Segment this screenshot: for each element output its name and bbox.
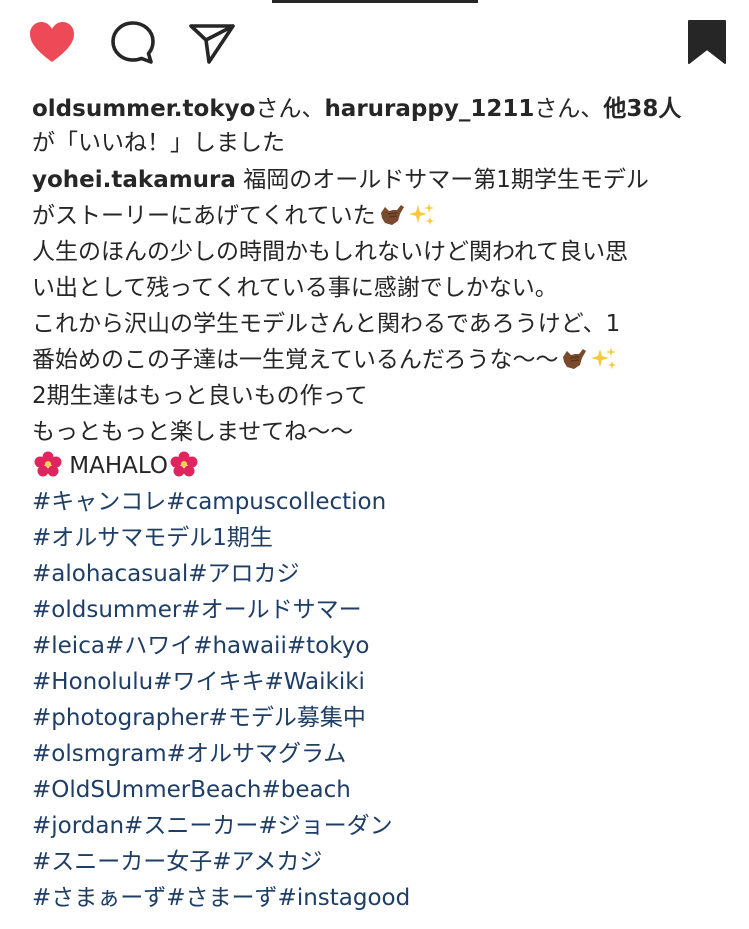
caption-line-6: 番始めのこの子達は一生覚えているんだろうな〜〜 [32, 342, 732, 378]
top-indicator-bar [272, 0, 478, 3]
comment-icon[interactable] [108, 18, 158, 68]
shaka-hand-icon [563, 349, 587, 369]
caption-line-5: これから沢山の学生モデルさんと関わるであろうけど、1 [32, 311, 621, 337]
hashtag-line[interactable]: #キャンコレ#campuscollection [32, 484, 732, 520]
heart-icon[interactable] [27, 18, 77, 68]
liker-username-1[interactable]: oldsummer.tokyo [32, 96, 255, 122]
likes-separator-1: さん、 [255, 96, 325, 122]
hibiscus-icon [170, 451, 198, 477]
likes-others-count[interactable]: 他38人 [603, 96, 681, 122]
hashtag-line[interactable]: #Honolulu#ワイキキ#Waikiki [32, 664, 732, 700]
hashtag-list: #キャンコレ#campuscollection #オルサマモデル1期生 #alo… [32, 484, 732, 916]
caption-text-1: 福岡のオールドサマー第1期学生モデル [235, 167, 649, 193]
likes-line-2: が「いいね！」しました [32, 130, 285, 156]
hibiscus-icon [34, 451, 62, 477]
post-action-bar [0, 18, 749, 68]
hashtag-line[interactable]: #スニーカー女子#アメカジ [32, 844, 732, 880]
likes-summary: oldsummer.tokyoさん、harurappy_1211さん、他38人 … [32, 92, 732, 160]
hashtag-line[interactable]: #さまぁーず#さまーず#instagood [32, 880, 732, 916]
hashtag-line[interactable]: #jordan#スニーカー#ジョーダン [32, 808, 732, 844]
hashtag-line[interactable]: #alohacasual#アロカジ [32, 556, 732, 592]
hashtag-line[interactable]: #olsmgram#オルサマグラム [32, 736, 732, 772]
caption-line-8: もっともっと楽しませてね〜〜 [32, 419, 354, 445]
caption-line-3: 人生のほんの少しの時間かもしれないけど関われて良い思 [32, 239, 629, 265]
caption-line-1: yohei.takamura 福岡のオールドサマー第1期学生モデル [32, 162, 732, 198]
hashtag-line[interactable]: #OldSUmmerBeach#beach [32, 772, 732, 808]
caption-line-7: 2期生達はもっと良いもの作って [32, 383, 368, 409]
caption-text-2: がストーリーにあげてくれていた [32, 203, 376, 229]
caption-text-6: 番始めのこの子達は一生覚えているんだろうな〜〜 [32, 347, 559, 373]
sparkles-icon [591, 347, 617, 369]
bookmark-icon[interactable] [682, 18, 732, 68]
caption-line-4: い出として残ってくれている事に感謝でしかない。 [32, 275, 558, 301]
sparkles-icon [408, 203, 434, 225]
hashtag-line[interactable]: #オルサマモデル1期生 [32, 520, 732, 556]
liker-username-2[interactable]: harurappy_1211 [324, 96, 534, 122]
caption-mahalo-line: MAHALO [32, 448, 198, 484]
share-icon[interactable] [187, 18, 237, 68]
mahalo-text: MAHALO [62, 453, 169, 479]
hashtag-line[interactable]: #leica#ハワイ#hawaii#tokyo [32, 628, 732, 664]
post-caption: yohei.takamura 福岡のオールドサマー第1期学生モデル がストーリー… [32, 162, 732, 450]
shaka-hand-icon [380, 205, 404, 225]
likes-separator-2: さん、 [534, 96, 604, 122]
hashtag-line[interactable]: #oldsummer#オールドサマー [32, 592, 732, 628]
hashtag-line[interactable]: #photographer#モデル募集中 [32, 700, 732, 736]
caption-author[interactable]: yohei.takamura [32, 167, 236, 193]
caption-line-2: がストーリーにあげてくれていた [32, 198, 732, 234]
likes-line-1: oldsummer.tokyoさん、harurappy_1211さん、他38人 [32, 92, 732, 126]
